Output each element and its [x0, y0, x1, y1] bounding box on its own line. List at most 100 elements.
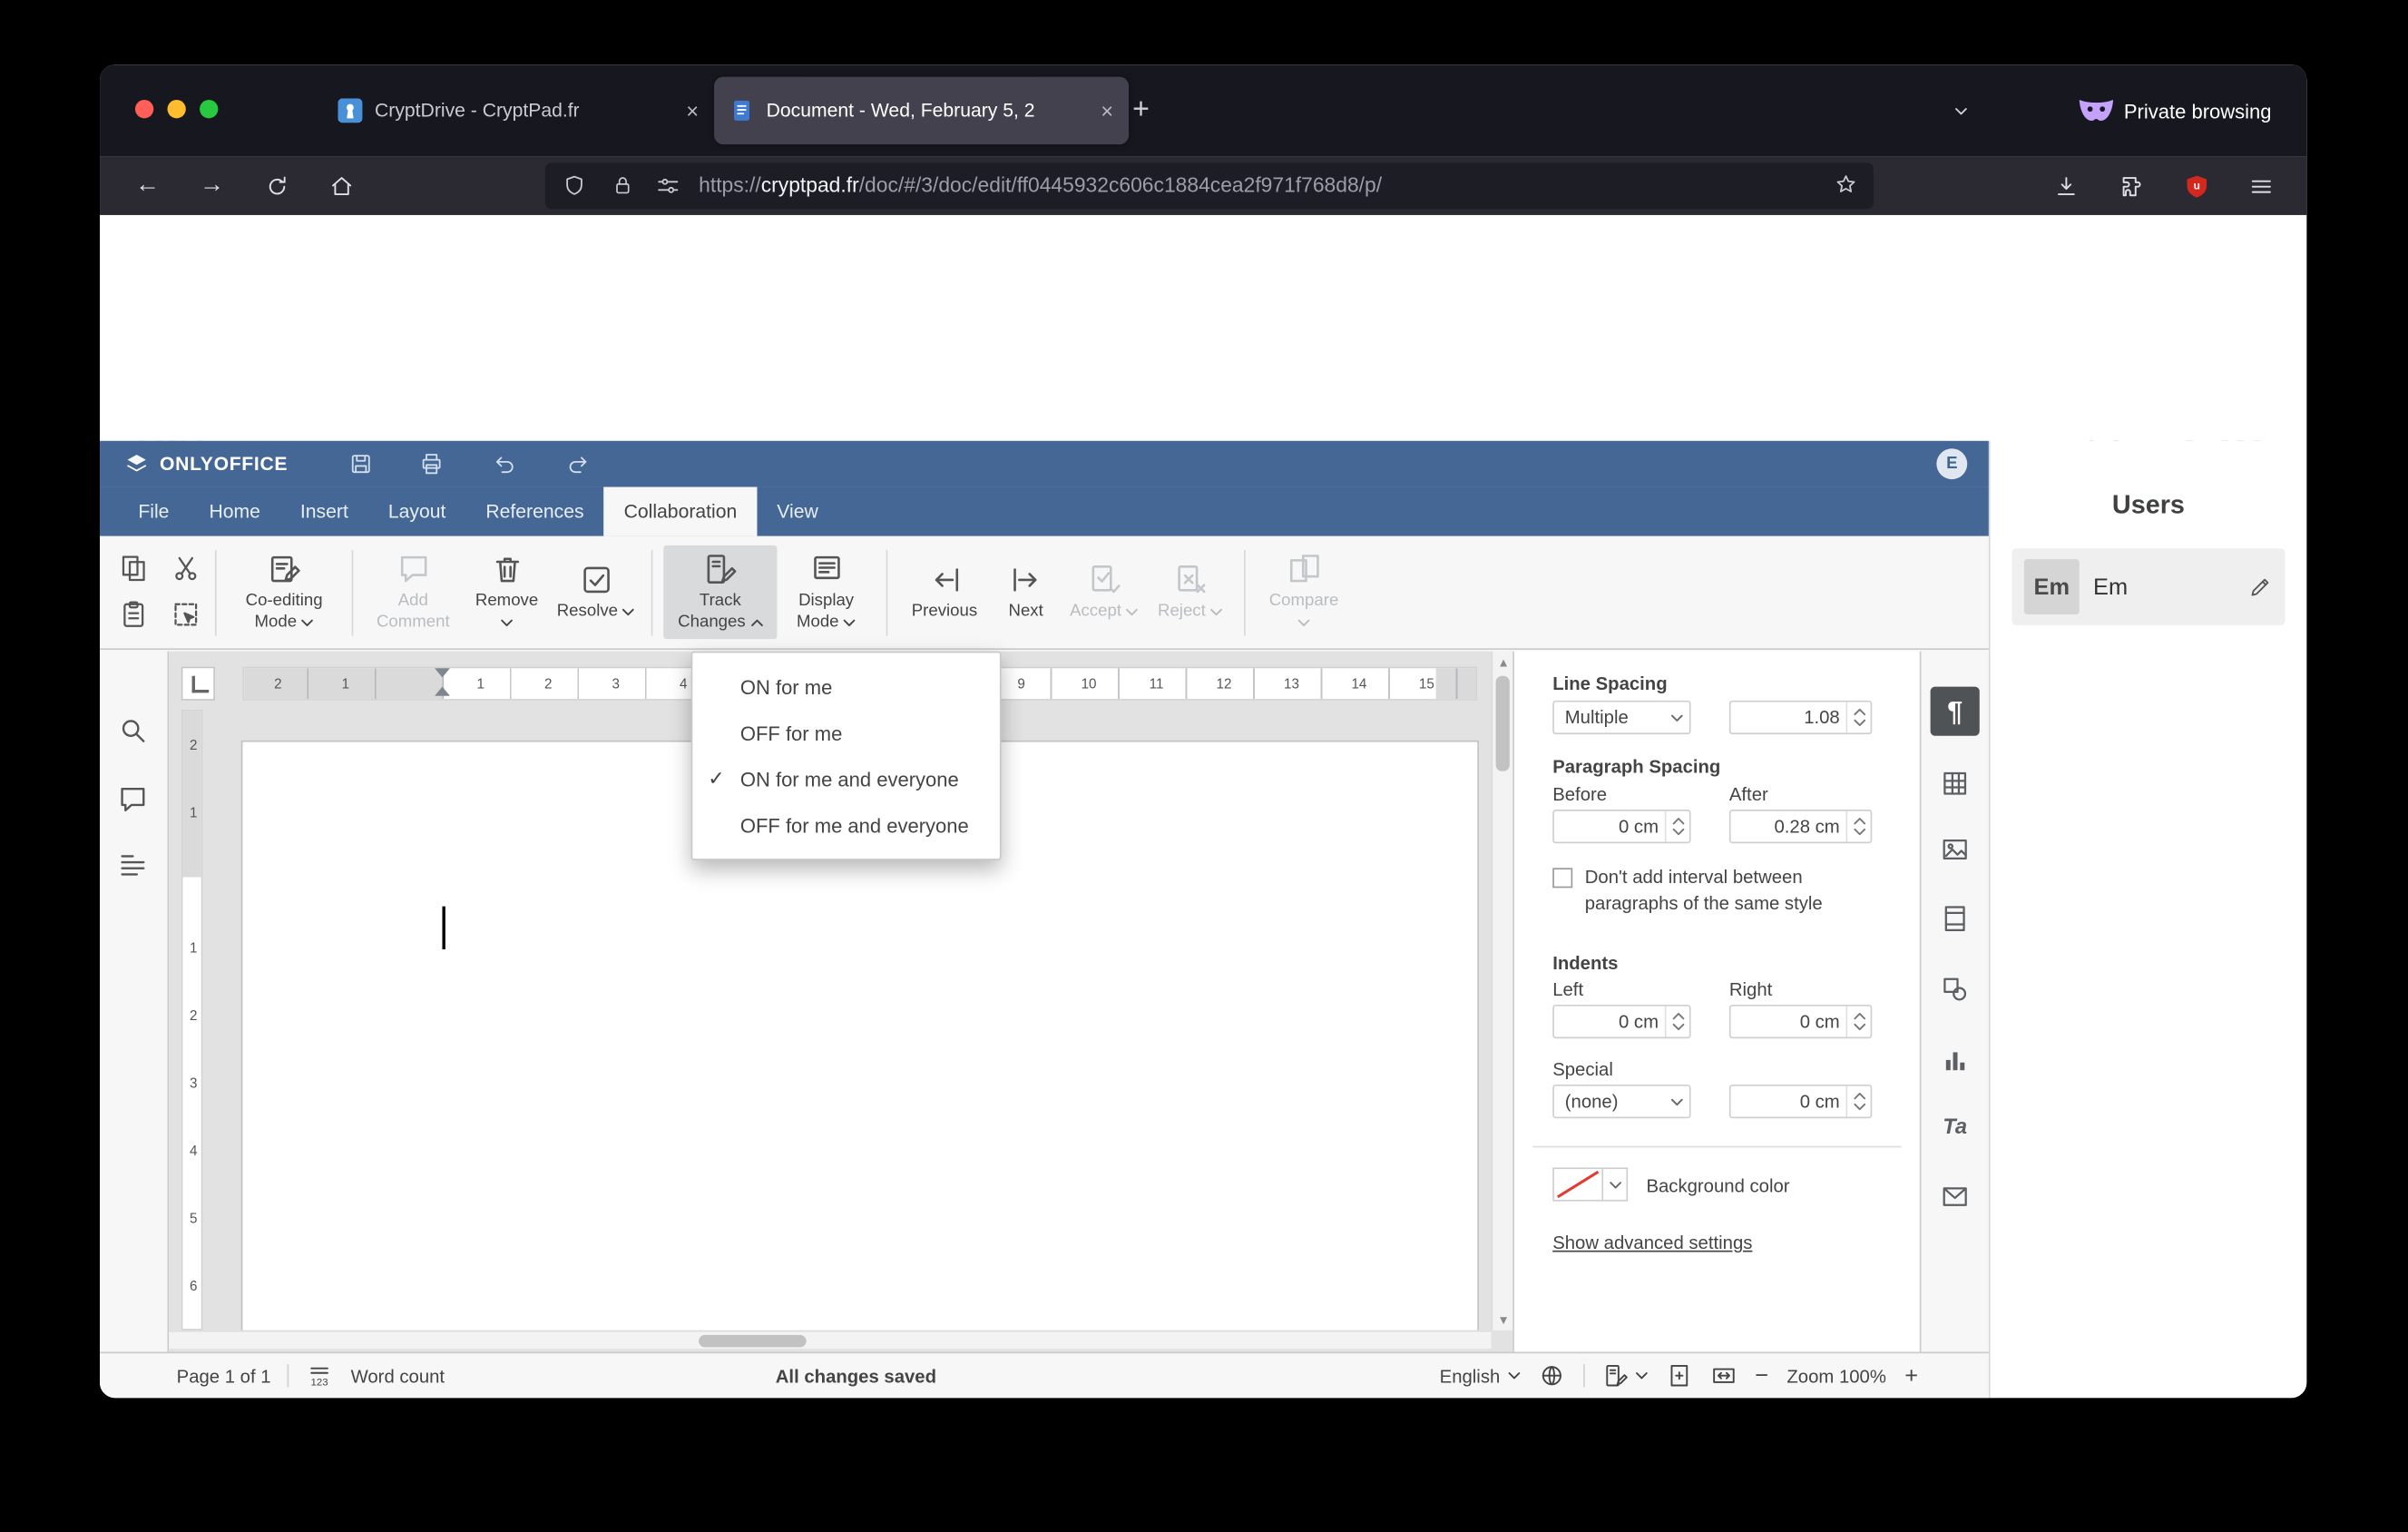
interval-checkbox[interactable]: [1552, 868, 1573, 889]
page-indicator[interactable]: Page 1 of 1: [177, 1365, 271, 1387]
paragraph-settings-icon[interactable]: ¶: [1930, 686, 1980, 736]
list-all-tabs-icon[interactable]: [1943, 93, 1980, 130]
language-selector[interactable]: English: [1440, 1365, 1521, 1387]
copy-icon[interactable]: [118, 552, 149, 583]
permissions-icon[interactable]: [656, 173, 680, 198]
previous-arrow-icon: [934, 567, 958, 591]
zoom-in-button[interactable]: +: [1904, 1362, 1918, 1389]
spacing-after-spinner[interactable]: 0.28 cm: [1728, 810, 1873, 844]
bookmark-star-icon[interactable]: [1834, 172, 1858, 197]
extensions-puzzle-icon[interactable]: [2111, 166, 2151, 206]
zoom-out-button[interactable]: −: [1755, 1362, 1768, 1389]
tab-close-icon[interactable]: ×: [1101, 100, 1113, 122]
scroll-up-icon[interactable]: ▲: [1493, 652, 1514, 673]
menu-item-on-for-everyone[interactable]: ✓ ON for me and everyone: [692, 756, 1000, 802]
fit-page-icon[interactable]: [1666, 1362, 1692, 1389]
undo-icon[interactable]: [493, 452, 517, 476]
url-bar[interactable]: https://cryptpad.fr/doc/#/3/doc/edit/ff0…: [544, 162, 1874, 210]
downloads-icon[interactable]: [2046, 166, 2086, 206]
back-icon[interactable]: ←: [127, 166, 167, 206]
horizontal-scrollbar[interactable]: [169, 1330, 1492, 1350]
home-icon[interactable]: [321, 166, 361, 206]
menu-item-off-for-me[interactable]: OFF for me: [692, 710, 1000, 756]
connection-lock-icon[interactable]: [612, 173, 634, 196]
advanced-settings-link[interactable]: Show advanced settings: [1552, 1232, 1752, 1253]
vertical-scrollbar[interactable]: ▲ ▼: [1491, 651, 1514, 1331]
cut-icon[interactable]: [171, 552, 201, 583]
tracking-protection-shield-icon[interactable]: [562, 173, 586, 198]
tab-cryptdrive[interactable]: CryptDrive - CryptPad.fr ×: [322, 77, 714, 144]
display-mode-button[interactable]: Display Mode: [777, 545, 875, 639]
image-settings-icon[interactable]: [1931, 825, 1980, 874]
line-spacing-select[interactable]: Multiple: [1552, 700, 1691, 735]
comments-panel-icon[interactable]: [117, 783, 151, 817]
tab-references[interactable]: References: [465, 487, 603, 536]
menu-item-off-for-everyone[interactable]: OFF for me and everyone: [692, 802, 1000, 849]
vertical-scroll-thumb[interactable]: [1495, 675, 1510, 771]
reload-icon[interactable]: [257, 166, 297, 206]
tab-document[interactable]: Document - Wed, February 5, 2 ×: [714, 76, 1130, 145]
window-zoom-button[interactable]: [200, 100, 219, 119]
cryptpad-header: W Document - Wed, February 5, 2025 Saved…: [100, 214, 2307, 486]
tab-insert[interactable]: Insert: [280, 487, 368, 536]
reject-change-button[interactable]: Reject: [1147, 555, 1233, 629]
track-changes-button[interactable]: Track Changes: [663, 545, 778, 640]
line-spacing-amount-spinner[interactable]: 1.08: [1728, 700, 1873, 735]
tab-collaboration[interactable]: Collaboration: [603, 486, 758, 536]
background-color-swatch[interactable]: [1552, 1167, 1604, 1202]
horizontal-scroll-thumb[interactable]: [699, 1334, 807, 1348]
table-settings-icon[interactable]: [1931, 759, 1980, 808]
special-select[interactable]: (none): [1552, 1084, 1691, 1119]
shape-settings-icon[interactable]: [1931, 965, 1980, 1014]
editor-user-avatar[interactable]: E: [1936, 448, 1968, 480]
print-icon[interactable]: [419, 452, 444, 476]
header-footer-settings-icon[interactable]: [1931, 894, 1980, 943]
navigation-headings-icon[interactable]: [117, 849, 151, 883]
zoom-level[interactable]: Zoom 100%: [1786, 1365, 1886, 1387]
edit-user-pencil-icon[interactable]: [2248, 574, 2273, 599]
menu-item-on-for-me[interactable]: ON for me: [692, 663, 1000, 710]
previous-change-button[interactable]: Previous: [898, 555, 991, 629]
spacing-before-spinner[interactable]: 0 cm: [1552, 810, 1691, 844]
compare-button[interactable]: Compare: [1257, 545, 1352, 639]
new-tab-button[interactable]: +: [1120, 89, 1162, 132]
chart-settings-icon[interactable]: [1931, 1036, 1980, 1085]
spellcheck-globe-icon[interactable]: [1539, 1362, 1565, 1389]
select-all-icon[interactable]: [171, 598, 201, 629]
indent-left-spinner[interactable]: 0 cm: [1552, 1004, 1691, 1039]
special-amount-spinner[interactable]: 0 cm: [1728, 1084, 1873, 1119]
word-count-label[interactable]: Word count: [351, 1365, 445, 1387]
vertical-ruler[interactable]: 2 1 1 2 3 4 5 6: [181, 709, 203, 1331]
textart-settings-icon[interactable]: Ta: [1931, 1102, 1980, 1151]
scroll-down-icon[interactable]: ▼: [1493, 1309, 1514, 1331]
window-close-button[interactable]: [134, 100, 154, 119]
tab-stop-selector[interactable]: [181, 666, 215, 701]
remove-comments-button[interactable]: Remove: [462, 545, 551, 639]
tab-layout[interactable]: Layout: [368, 487, 466, 536]
coediting-mode-button[interactable]: Co-editing Mode: [228, 545, 341, 639]
track-changes-status-toggle[interactable]: [1603, 1362, 1648, 1389]
indent-right-spinner[interactable]: 0 cm: [1728, 1004, 1873, 1039]
window-minimize-button[interactable]: [167, 100, 186, 119]
users-panel-title: Users: [2111, 489, 2185, 520]
tab-close-icon[interactable]: ×: [686, 100, 699, 122]
resolve-comments-button[interactable]: Resolve: [552, 555, 641, 629]
next-change-button[interactable]: Next: [991, 555, 1062, 629]
tab-file[interactable]: File: [118, 487, 189, 536]
trash-icon: [494, 557, 519, 582]
menu-hamburger-icon[interactable]: [2241, 166, 2281, 206]
fit-width-icon[interactable]: [1710, 1362, 1737, 1389]
save-icon[interactable]: [348, 452, 373, 476]
mail-merge-icon[interactable]: [1931, 1172, 1980, 1221]
paste-icon[interactable]: [118, 598, 149, 629]
find-search-icon[interactable]: [117, 714, 151, 748]
chevron-down-icon: [1126, 608, 1139, 615]
tab-home[interactable]: Home: [189, 487, 279, 536]
tab-view[interactable]: View: [757, 487, 837, 536]
add-comment-button[interactable]: Add Comment: [364, 545, 462, 639]
background-color-dropdown[interactable]: [1603, 1167, 1629, 1202]
forward-icon[interactable]: →: [192, 166, 232, 206]
accept-change-button[interactable]: Accept: [1062, 555, 1148, 629]
ublock-origin-icon[interactable]: u: [2176, 166, 2216, 206]
redo-icon[interactable]: [565, 452, 590, 476]
